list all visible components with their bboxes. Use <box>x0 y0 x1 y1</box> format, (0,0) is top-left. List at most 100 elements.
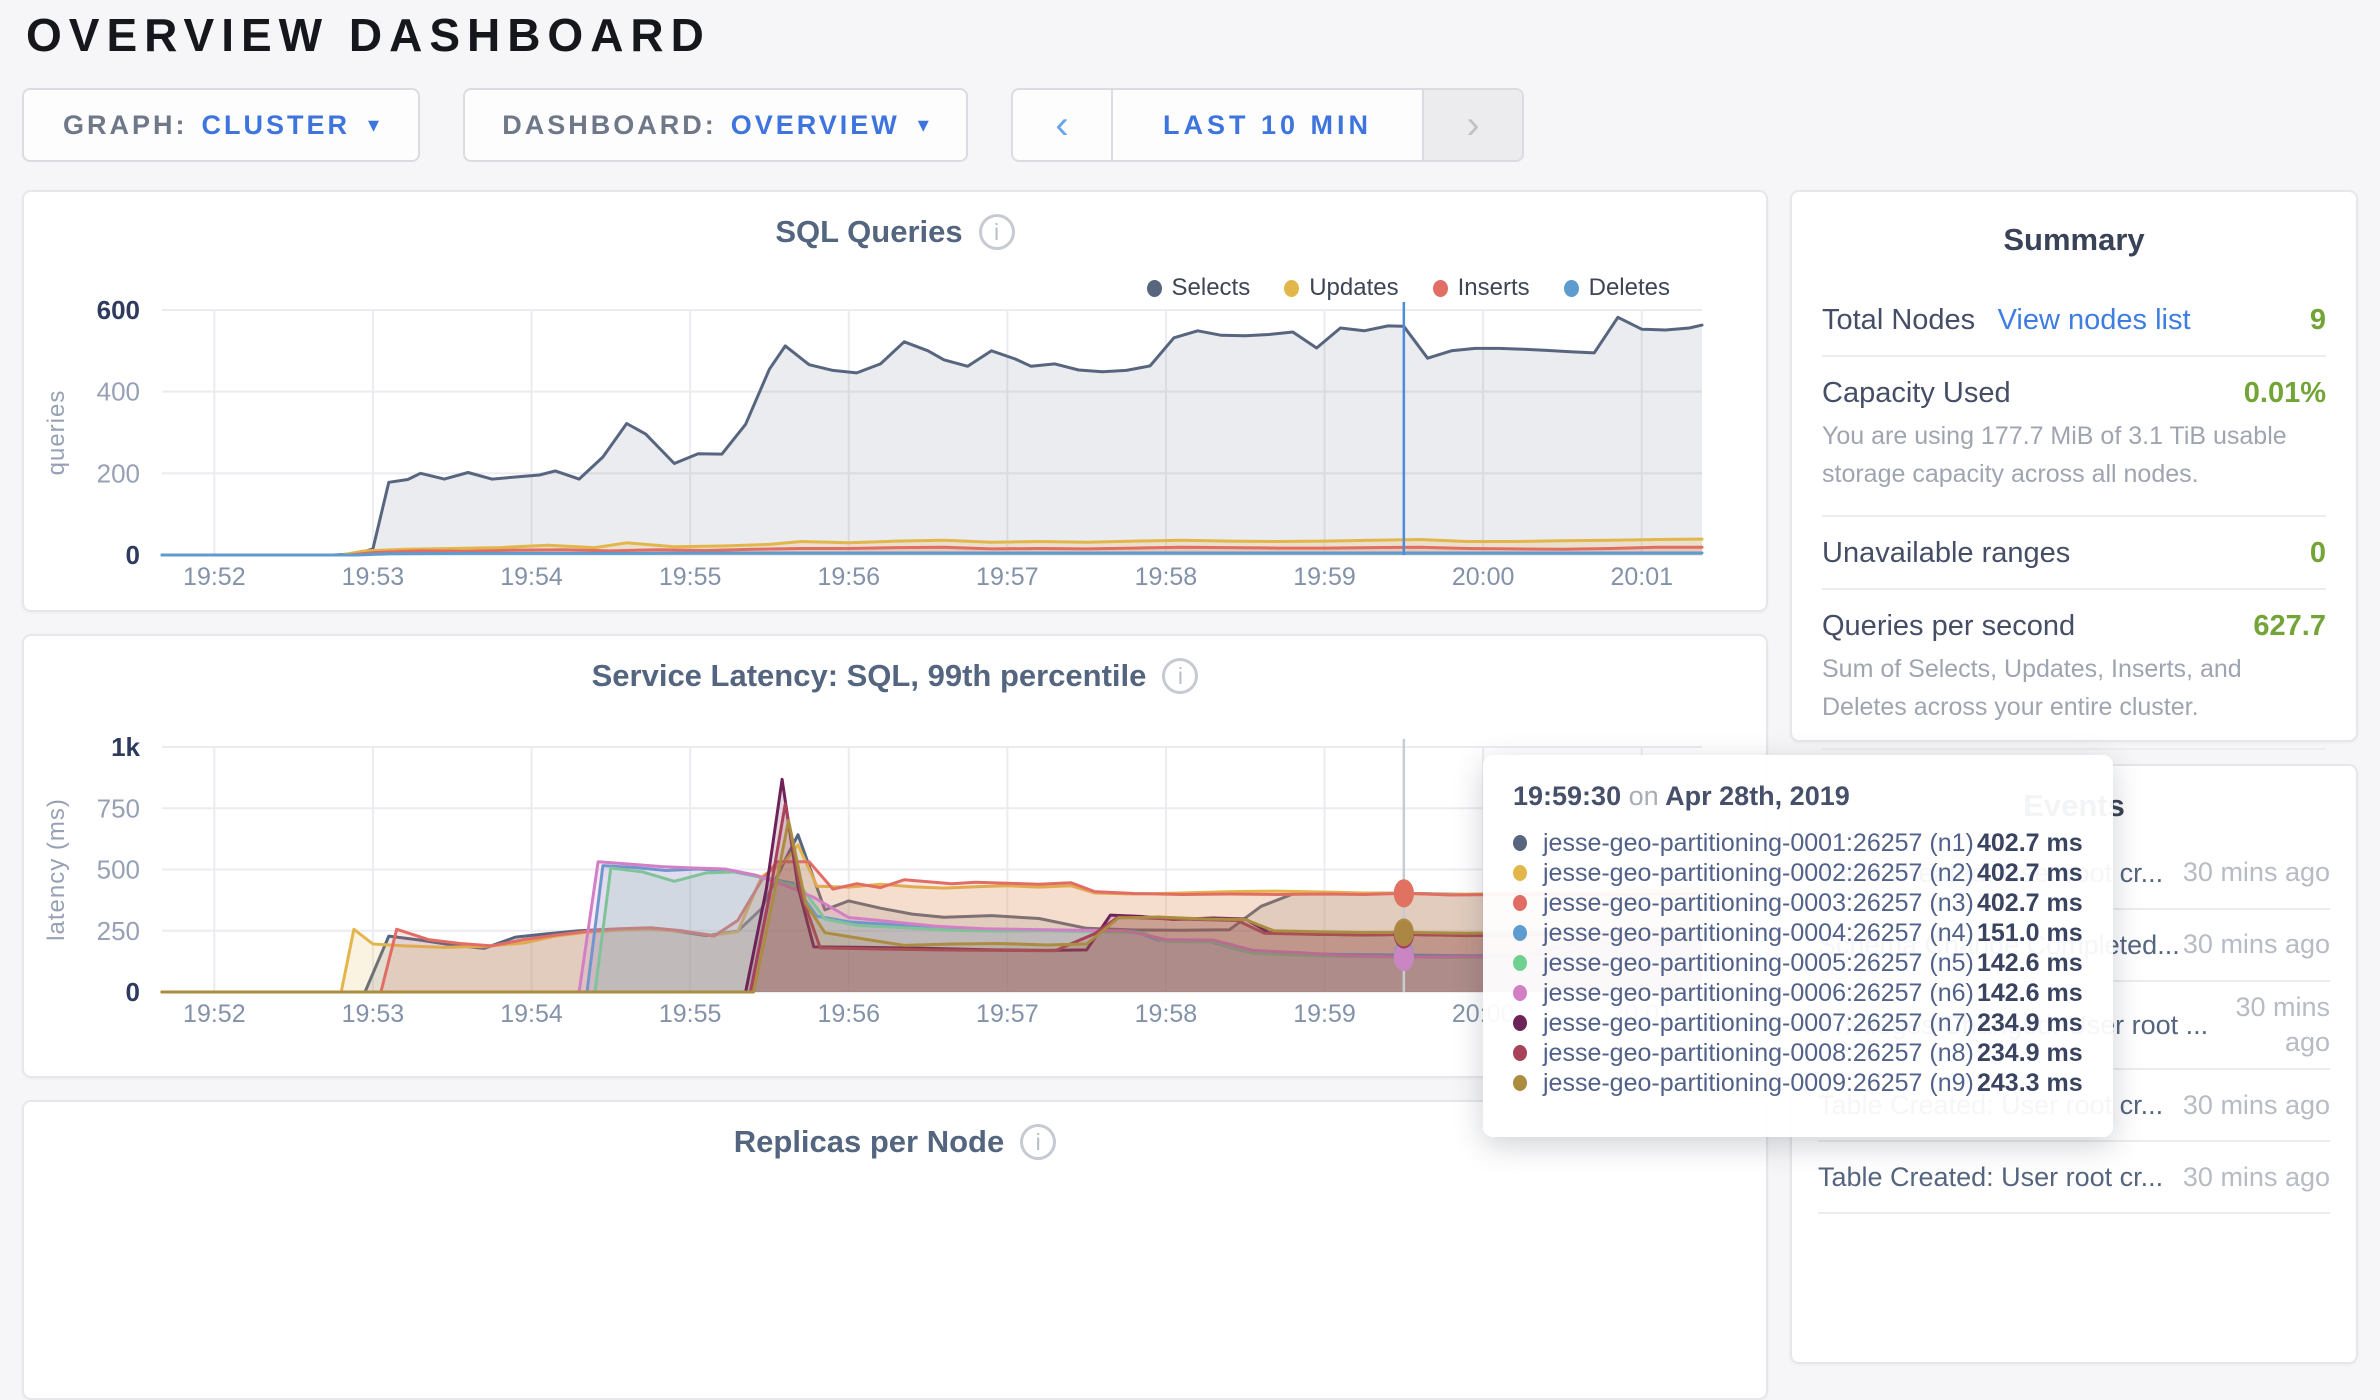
tooltip-node-name: jesse-geo-partitioning-0008:26257 (n8) <box>1543 1039 1977 1068</box>
tooltip-row: jesse-geo-partitioning-0004:26257 (n4)15… <box>1513 918 2083 948</box>
total-nodes-label: Total Nodes <box>1822 304 1975 336</box>
time-range-selector[interactable]: LAST 10 MIN <box>1113 90 1422 160</box>
tooltip-node-name: jesse-geo-partitioning-0006:26257 (n6) <box>1543 979 1977 1008</box>
chevron-down-icon: ▾ <box>368 112 379 138</box>
graph-dropdown-value: CLUSTER <box>201 110 350 141</box>
svg-text:19:54: 19:54 <box>500 1000 563 1028</box>
series-dot-icon <box>1513 925 1527 941</box>
unavailable-ranges-label: Unavailable ranges <box>1822 537 2070 570</box>
svg-text:400: 400 <box>97 377 140 407</box>
event-row[interactable]: Table Created: User root cr... 30 mins ag… <box>1818 1142 2330 1214</box>
svg-text:19:55: 19:55 <box>659 563 722 591</box>
series-dot-icon <box>1513 1045 1527 1061</box>
series-dot-icon <box>1513 985 1527 1001</box>
svg-text:19:58: 19:58 <box>1135 1000 1198 1028</box>
tooltip-node-name: jesse-geo-partitioning-0003:26257 (n3) <box>1543 889 1977 918</box>
svg-text:19:55: 19:55 <box>659 1000 722 1028</box>
svg-text:19:53: 19:53 <box>342 1000 405 1028</box>
svg-text:19:57: 19:57 <box>976 563 1039 591</box>
series-dot-icon <box>1513 1015 1527 1031</box>
svg-text:19:53: 19:53 <box>342 563 405 591</box>
capacity-label: Capacity Used <box>1822 377 2011 410</box>
tooltip-node-value: 234.9 ms <box>1977 1009 2083 1038</box>
svg-text:19:58: 19:58 <box>1135 563 1198 591</box>
tooltip-timestamp: 19:59:30 on Apr 28th, 2019 <box>1513 781 2083 812</box>
info-icon[interactable]: i <box>1020 1124 1056 1160</box>
tooltip-row: jesse-geo-partitioning-0007:26257 (n7)23… <box>1513 1008 2083 1038</box>
svg-text:19:52: 19:52 <box>183 1000 246 1028</box>
dashboard-dropdown-value: OVERVIEW <box>731 110 900 141</box>
dashboard-dropdown[interactable]: DASHBOARD: OVERVIEW ▾ <box>463 88 968 162</box>
sql-queries-chart[interactable]: 19:52 19:53 19:54 19:55 19:56 19:57 19:58 19:59… <box>24 192 1766 610</box>
series-dot-icon <box>1513 865 1527 881</box>
tooltip-row: jesse-geo-partitioning-0006:26257 (n6)14… <box>1513 978 2083 1008</box>
event-text: Table Created: User root cr... <box>1818 1162 2163 1193</box>
time-range-widget: ‹ LAST 10 MIN › <box>1011 88 1524 162</box>
tooltip-node-name: jesse-geo-partitioning-0002:26257 (n2) <box>1543 859 1977 888</box>
svg-text:19:59: 19:59 <box>1293 1000 1356 1028</box>
svg-text:latency (ms): latency (ms) <box>43 798 70 941</box>
view-nodes-list-link[interactable]: View nodes list <box>1998 304 2191 336</box>
summary-panel: Summary Total Nodes View nodes list 9 Ca… <box>1790 190 2358 742</box>
svg-text:20:00: 20:00 <box>1452 563 1515 591</box>
graph-dropdown[interactable]: GRAPH: CLUSTER ▾ <box>22 88 420 162</box>
svg-text:19:57: 19:57 <box>976 1000 1039 1028</box>
qps-value: 627.7 <box>2253 610 2326 643</box>
capacity-caption: You are using 177.7 MiB of 3.1 TiB usabl… <box>1822 418 2326 515</box>
event-time: 30 mins ago <box>2182 927 2330 962</box>
svg-text:19:54: 19:54 <box>500 563 563 591</box>
tooltip-node-name: jesse-geo-partitioning-0005:26257 (n5) <box>1543 949 1977 978</box>
svg-text:250: 250 <box>97 916 140 946</box>
tooltip-node-name: jesse-geo-partitioning-0001:26257 (n1) <box>1543 829 1977 858</box>
series-dot-icon <box>1513 835 1527 851</box>
svg-text:0: 0 <box>126 977 140 1007</box>
tooltip-row: jesse-geo-partitioning-0008:26257 (n8)23… <box>1513 1038 2083 1068</box>
tooltip-rows: jesse-geo-partitioning-0001:26257 (n1)40… <box>1513 828 2083 1098</box>
series-dot-icon <box>1513 1075 1527 1091</box>
tooltip-row: jesse-geo-partitioning-0002:26257 (n2)40… <box>1513 858 2083 888</box>
unavailable-ranges-value: 0 <box>2310 537 2326 570</box>
tooltip-node-name: jesse-geo-partitioning-0009:26257 (n9) <box>1543 1069 1977 1098</box>
time-prev-button[interactable]: ‹ <box>1013 90 1113 160</box>
chevron-left-icon: ‹ <box>1055 103 1068 148</box>
svg-text:19:56: 19:56 <box>817 1000 880 1028</box>
svg-text:0: 0 <box>126 540 140 570</box>
tooltip-node-value: 234.9 ms <box>1977 1039 2083 1068</box>
event-time: 30 mins ago <box>2208 990 2330 1060</box>
time-next-button[interactable]: › <box>1422 90 1522 160</box>
tooltip-node-value: 243.3 ms <box>1977 1069 2083 1098</box>
svg-text:19:52: 19:52 <box>183 563 246 591</box>
event-time: 30 mins ago <box>2182 1088 2330 1123</box>
svg-text:600: 600 <box>97 295 140 325</box>
qps-label: Queries per second <box>1822 610 2075 643</box>
svg-text:500: 500 <box>97 855 140 885</box>
sql-queries-panel: SQL Queries i SelectsUpdatesInsertsDelet… <box>22 190 1768 612</box>
svg-text:19:56: 19:56 <box>817 563 880 591</box>
tooltip-node-value: 142.6 ms <box>1977 949 2083 978</box>
tooltip-row: jesse-geo-partitioning-0003:26257 (n3)40… <box>1513 888 2083 918</box>
tooltip-row: jesse-geo-partitioning-0005:26257 (n5)14… <box>1513 948 2083 978</box>
chart-hover-tooltip: 19:59:30 on Apr 28th, 2019 jesse-geo-par… <box>1483 755 2113 1137</box>
tooltip-node-value: 151.0 ms <box>1977 919 2083 948</box>
svg-text:19:59: 19:59 <box>1293 563 1356 591</box>
event-time: 30 mins ago <box>2182 855 2330 890</box>
tooltip-node-value: 402.7 ms <box>1977 829 2083 858</box>
svg-text:queries: queries <box>43 390 70 476</box>
unavailable-ranges-row: Unavailable ranges 0 <box>1822 517 2326 588</box>
tooltip-node-value: 402.7 ms <box>1977 889 2083 918</box>
dashboard-dropdown-label: DASHBOARD: <box>502 110 717 141</box>
tooltip-node-name: jesse-geo-partitioning-0004:26257 (n4) <box>1543 919 1977 948</box>
svg-text:200: 200 <box>97 458 140 488</box>
tooltip-row: jesse-geo-partitioning-0009:26257 (n9)24… <box>1513 1068 2083 1098</box>
capacity-value: 0.01% <box>2244 377 2326 410</box>
replicas-panel: Replicas per Node i <box>22 1100 1768 1400</box>
graph-dropdown-label: GRAPH: <box>63 110 188 141</box>
svg-text:1k: 1k <box>111 732 140 762</box>
chevron-right-icon: › <box>1466 103 1479 148</box>
svg-text:20:01: 20:01 <box>1610 563 1673 591</box>
tooltip-node-name: jesse-geo-partitioning-0007:26257 (n7) <box>1543 1009 1977 1038</box>
tooltip-row: jesse-geo-partitioning-0001:26257 (n1)40… <box>1513 828 2083 858</box>
tooltip-node-value: 402.7 ms <box>1977 859 2083 888</box>
tooltip-node-value: 142.6 ms <box>1977 979 2083 1008</box>
event-time: 30 mins ago <box>2182 1160 2330 1195</box>
